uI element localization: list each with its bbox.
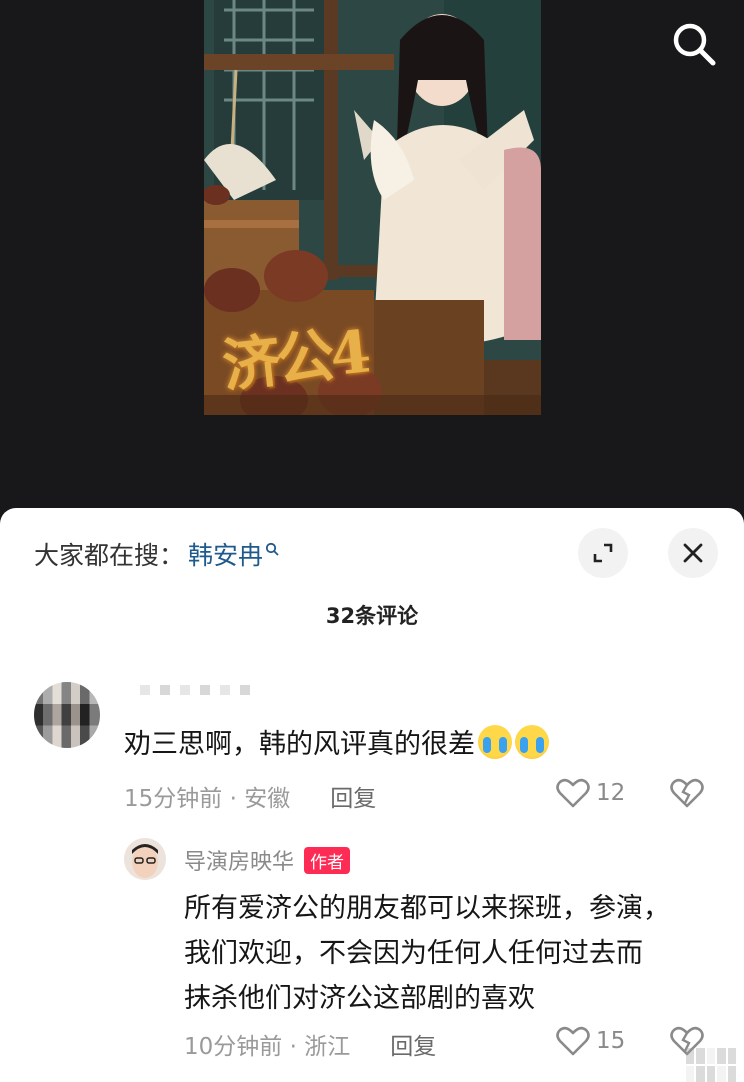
- author-avatar[interactable]: [124, 838, 166, 880]
- like-button[interactable]: 12: [556, 778, 625, 808]
- heart-icon: [556, 1026, 590, 1056]
- mini-search-icon: [265, 542, 279, 556]
- watermark: [686, 1048, 736, 1082]
- like-button[interactable]: 15: [556, 1026, 625, 1056]
- comment-count: 32条评论: [325, 604, 419, 628]
- dislike-button[interactable]: [670, 778, 704, 812]
- search-suggestion-prefix: 大家都在搜：: [34, 541, 185, 570]
- author-badge: 作者: [304, 846, 351, 874]
- search-button[interactable]: [664, 16, 724, 72]
- broken-heart-icon: [670, 778, 704, 808]
- reply-line: 我们欢迎，不会因为任何人任何过去而: [184, 938, 643, 969]
- search-suggestion[interactable]: 大家都在搜： 韩安冉: [34, 536, 279, 572]
- comment-meta: 15分钟前 · 安徽 回复: [124, 779, 376, 813]
- like-count: 15: [596, 1028, 626, 1054]
- video-poster-image[interactable]: 济公4: [204, 0, 541, 415]
- avatar[interactable]: [34, 682, 100, 748]
- reply-line: 所有爱济公的朋友都可以来探班，参演，: [184, 893, 670, 924]
- reply-author[interactable]: 导演房映华 作者: [184, 844, 351, 876]
- search-suggestion-keyword[interactable]: 韩安冉: [188, 536, 263, 572]
- reply-button[interactable]: 回复: [330, 779, 376, 813]
- expand-button[interactable]: [578, 528, 628, 578]
- comment-time-location: 15分钟前 · 安徽: [124, 786, 291, 812]
- comment-text: 劝三思啊，韩的风评真的很差: [124, 722, 549, 761]
- comments-sheet: 大家都在搜： 韩安冉 32条评论 劝三思啊，韩的风评真的很差 15分钟前 · 安…: [0, 508, 744, 1082]
- close-icon: [683, 543, 703, 563]
- search-icon: [673, 23, 716, 66]
- reply-text: 所有爱济公的朋友都可以来探班，参演， 我们欢迎，不会因为任何人任何过去而 抹杀他…: [184, 886, 724, 1021]
- reply-button[interactable]: 回复: [390, 1027, 436, 1061]
- video-area[interactable]: 济公4: [0, 0, 744, 520]
- reply-time-location: 10分钟前 · 浙江: [184, 1034, 351, 1060]
- blurred-username[interactable]: [140, 682, 300, 698]
- reply-line: 抹杀他们对济公这部剧的喜欢: [184, 983, 535, 1014]
- expand-icon: [593, 543, 613, 563]
- crying-face-emoji: [478, 724, 512, 759]
- author-name: 导演房映华: [184, 850, 295, 875]
- close-button[interactable]: [668, 528, 718, 578]
- poster-title-art: 济公4: [219, 317, 371, 401]
- heart-icon: [556, 778, 590, 808]
- reply-meta: 10分钟前 · 浙江 回复: [184, 1027, 436, 1061]
- like-count: 12: [596, 780, 626, 806]
- crying-face-emoji: [515, 724, 549, 759]
